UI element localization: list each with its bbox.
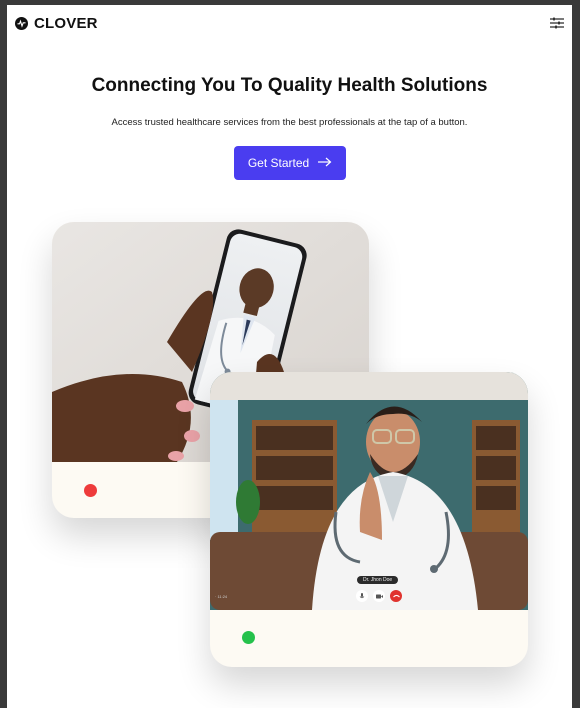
brand[interactable]: CLOVER [15, 15, 98, 32]
mic-icon[interactable] [356, 590, 368, 602]
menu-sliders-icon[interactable] [550, 16, 564, 29]
hero-subtitle: Access trusted healthcare services from … [111, 117, 468, 128]
brand-name: CLOVER [34, 15, 98, 32]
video-consult-card: · 11:24 Dr. Jhon Doe [210, 372, 528, 667]
pulse-logo-icon [15, 17, 28, 30]
get-started-button[interactable]: Get Started [234, 146, 346, 180]
hero-title: Connecting You To Quality Health Solutio… [91, 75, 488, 96]
video-consult-photo [210, 372, 528, 610]
status-dot-green [242, 631, 255, 644]
camera-icon[interactable] [373, 590, 385, 602]
caller-name-tag: Dr. Jhon Doe [357, 576, 399, 584]
arrow-right-icon [318, 156, 332, 170]
status-dot-red [84, 484, 97, 497]
meeting-timer: · 11:24 [215, 594, 228, 599]
top-nav: CLOVER [7, 5, 572, 41]
landing-page: CLOVER Connecting You To Quality Health … [7, 5, 572, 708]
get-started-label: Get Started [247, 156, 310, 170]
end-call-icon[interactable] [390, 590, 402, 602]
